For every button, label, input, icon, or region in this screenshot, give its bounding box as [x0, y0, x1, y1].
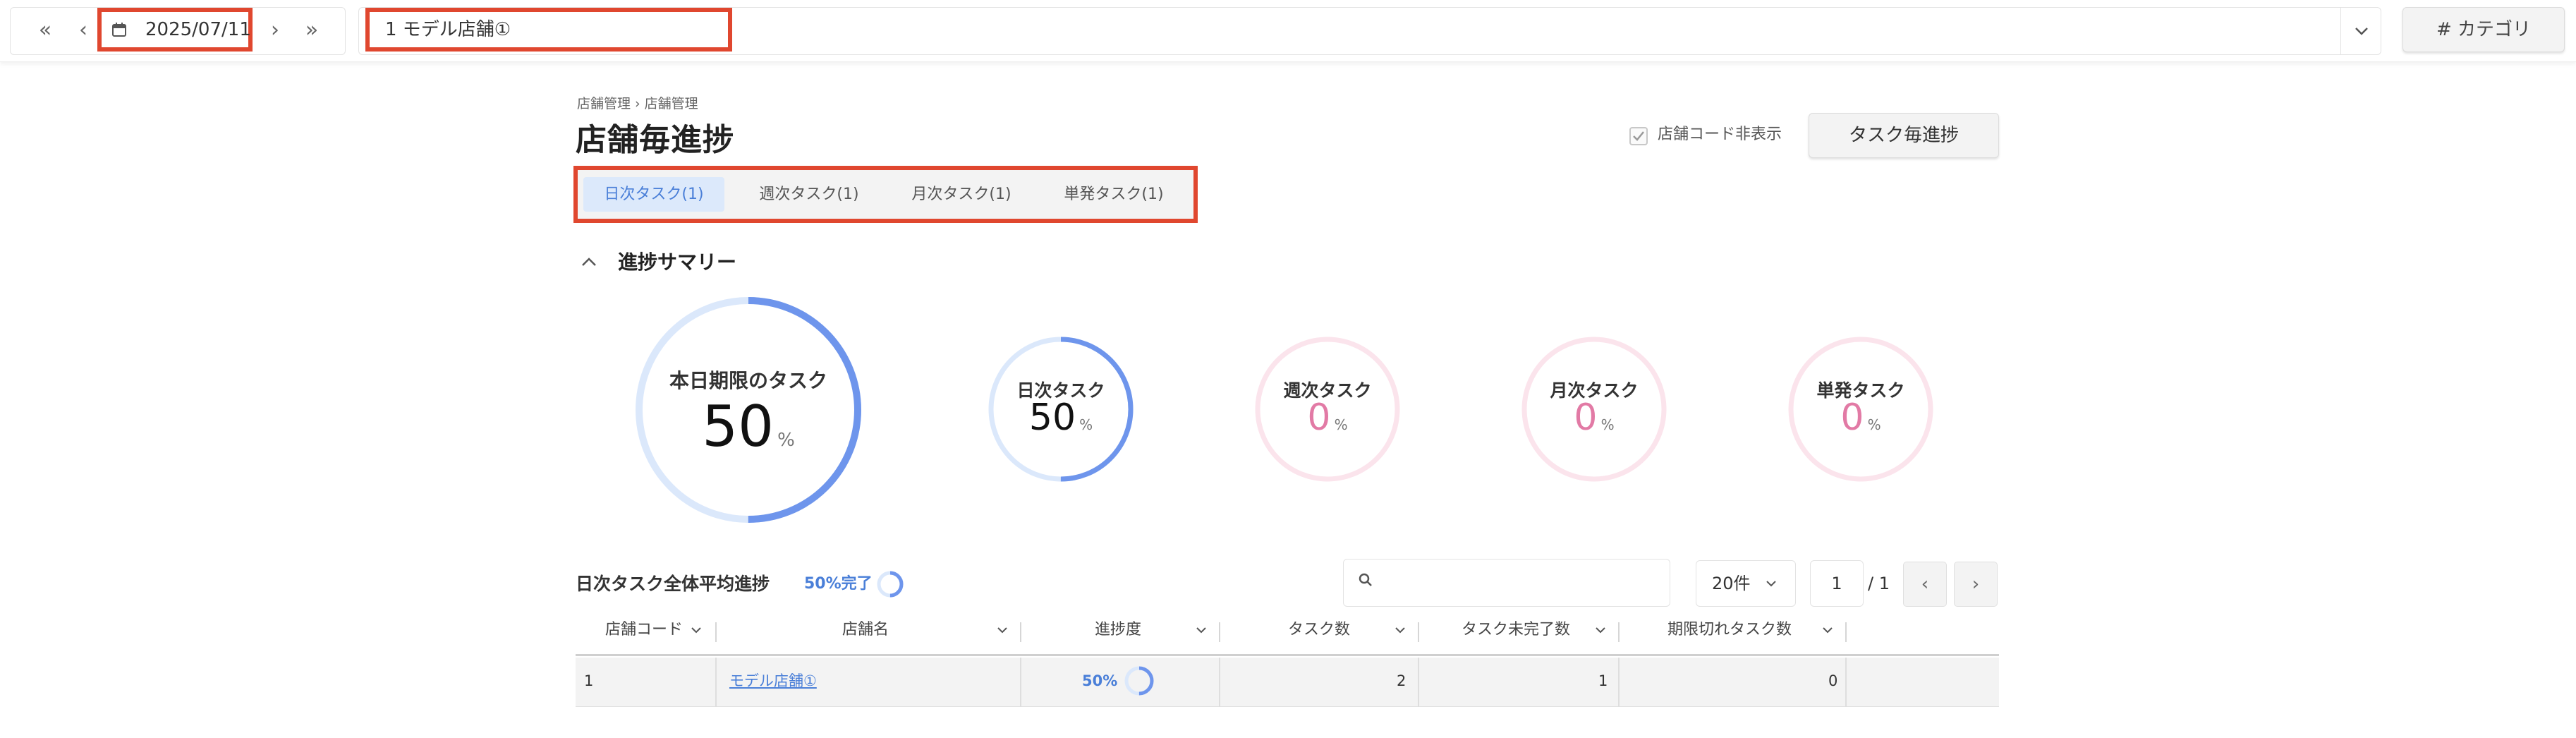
single-task-number: 0 [1840, 397, 1864, 439]
cell-progress-text: 50% [1082, 672, 1118, 689]
weekly-task-value: 0 % [1254, 397, 1401, 439]
today-deadline-gauge: 本日期限のタスク 50 % [633, 295, 863, 525]
tab-single[interactable]: 単発タスク(1) [1043, 177, 1184, 212]
store-select-text: 1 モデル店舗① [385, 19, 511, 40]
today-deadline-label: 本日期限のタスク [669, 369, 827, 392]
row-progress-ring [1124, 666, 1154, 696]
col-store-code[interactable]: 店舗コード [605, 615, 703, 656]
average-progress-ring [877, 571, 904, 598]
monthly-task-number: 0 [1574, 397, 1598, 439]
date-value: 2025/07/11 [145, 19, 251, 40]
store-name-link[interactable]: モデル店舗① [729, 658, 817, 707]
cell-expired-count: 0 [1828, 672, 1838, 689]
weekly-task-unit: % [1334, 416, 1348, 433]
col-incomplete-count[interactable]: タスク未完了数 [1462, 615, 1570, 656]
cell-task-count: 2 [1397, 672, 1407, 689]
task-type-tabs: 日次タスク(1) 週次タスク(1) 月次タスク(1) 単発タスク(1) [573, 166, 1198, 223]
col-progress-label: 進捗度 [1095, 621, 1142, 639]
monthly-task-value: 0 % [1521, 397, 1667, 439]
col-expired-count[interactable]: 期限切れタスク数 [1667, 615, 1792, 656]
daily-task-value: 50 % [988, 397, 1134, 439]
col-separator[interactable] [1020, 622, 1021, 642]
col-task-count[interactable]: タスク数 [1288, 615, 1350, 656]
table-row[interactable]: 1 モデル店舗① 50% 2 1 0 [576, 658, 1999, 707]
tab-daily[interactable]: 日次タスク(1) [583, 177, 724, 212]
page-total: / 1 [1868, 574, 1890, 593]
first-date-button[interactable]: « [31, 7, 59, 55]
page-title: 店舗毎進捗 [576, 122, 734, 158]
col-store-name-label: 店舗名 [842, 621, 889, 639]
average-progress-percent: 50%完了 [804, 575, 873, 593]
single-task-gauge: 単発タスク 0 % [1787, 336, 1934, 483]
daily-task-unit: % [1079, 416, 1093, 433]
chevron-down-icon[interactable] [1821, 625, 1834, 635]
prev-date-button[interactable]: ‹ [69, 7, 97, 55]
tab-monthly[interactable]: 月次タスク(1) [891, 177, 1032, 212]
weekly-task-number: 0 [1307, 397, 1331, 439]
table-header: 店舗コード 店舗名 進捗度 タスク数 タスク未完了数 期限切れタスク数 [576, 615, 1999, 656]
chevron-up-icon[interactable] [578, 253, 600, 271]
breadcrumb: 店舗管理 › 店舗管理 [577, 96, 698, 111]
category-button[interactable]: # カテゴリ [2402, 7, 2565, 52]
hide-store-code-label: 店舗コード非表示 [1658, 126, 1782, 143]
chevron-down-icon [2355, 28, 2368, 35]
col-store-name[interactable]: 店舗名 [842, 615, 889, 656]
chevron-down-icon[interactable] [1594, 625, 1607, 635]
store-select-value[interactable]: 1 モデル店舗① [365, 8, 732, 52]
monthly-task-unit: % [1600, 416, 1615, 433]
col-store-code-label: 店舗コード [605, 621, 684, 639]
last-date-button[interactable]: » [298, 7, 326, 55]
col-task-count-label: タスク数 [1288, 621, 1351, 639]
today-deadline-value: 50 % [633, 394, 863, 459]
task-progress-button[interactable]: タスク毎進捗 [1809, 113, 1999, 158]
col-separator[interactable] [715, 622, 717, 642]
chevron-down-icon [691, 627, 701, 634]
hide-store-code-checkbox[interactable] [1629, 127, 1648, 145]
summary-title: 進捗サマリー [618, 250, 737, 274]
chevron-down-icon[interactable] [1195, 625, 1208, 635]
col-separator[interactable] [1219, 622, 1220, 642]
today-deadline-number: 50 [702, 394, 774, 459]
cell-store-code: 1 [584, 672, 594, 689]
next-page-button[interactable]: › [1954, 562, 1998, 607]
monthly-task-gauge: 月次タスク 0 % [1521, 336, 1667, 483]
per-page-value: 20件 [1712, 574, 1751, 593]
search-input[interactable] [1343, 559, 1670, 607]
col-separator[interactable] [1618, 622, 1620, 642]
date-picker[interactable]: 2025/07/11 [97, 8, 253, 52]
daily-task-gauge: 日次タスク 50 % [988, 336, 1134, 483]
search-icon [1359, 573, 1372, 586]
next-date-button[interactable]: › [261, 7, 289, 55]
single-task-value: 0 % [1787, 397, 1934, 439]
check-icon [1633, 131, 1644, 141]
today-deadline-unit: % [777, 430, 795, 451]
col-separator[interactable] [1418, 622, 1419, 642]
average-progress-label: 日次タスク全体平均進捗 [576, 574, 770, 594]
top-toolbar: « ‹ 2025/07/11 › » 1 モデル店舗① # カテゴリ [0, 0, 2576, 62]
col-expired-count-label: 期限切れタスク数 [1667, 621, 1792, 639]
weekly-task-gauge: 週次タスク 0 % [1254, 336, 1401, 483]
col-progress[interactable]: 進捗度 [1095, 615, 1141, 656]
per-page-select[interactable]: 20件 [1696, 560, 1796, 607]
page-number-input[interactable]: 1 [1810, 560, 1864, 607]
col-incomplete-count-label: タスク未完了数 [1462, 621, 1571, 639]
daily-task-number: 50 [1028, 397, 1076, 439]
store-select-toggle[interactable] [2340, 7, 2381, 55]
prev-page-button[interactable]: ‹ [1903, 562, 1947, 607]
tab-weekly[interactable]: 週次タスク(1) [739, 177, 880, 212]
single-task-unit: % [1867, 416, 1881, 433]
chevron-down-icon[interactable] [996, 625, 1009, 635]
chevron-down-icon[interactable] [1394, 625, 1407, 635]
cell-incomplete-count: 1 [1598, 672, 1608, 689]
chevron-down-icon [1766, 581, 1776, 587]
col-separator[interactable] [1845, 622, 1847, 642]
calendar-icon [112, 23, 126, 37]
